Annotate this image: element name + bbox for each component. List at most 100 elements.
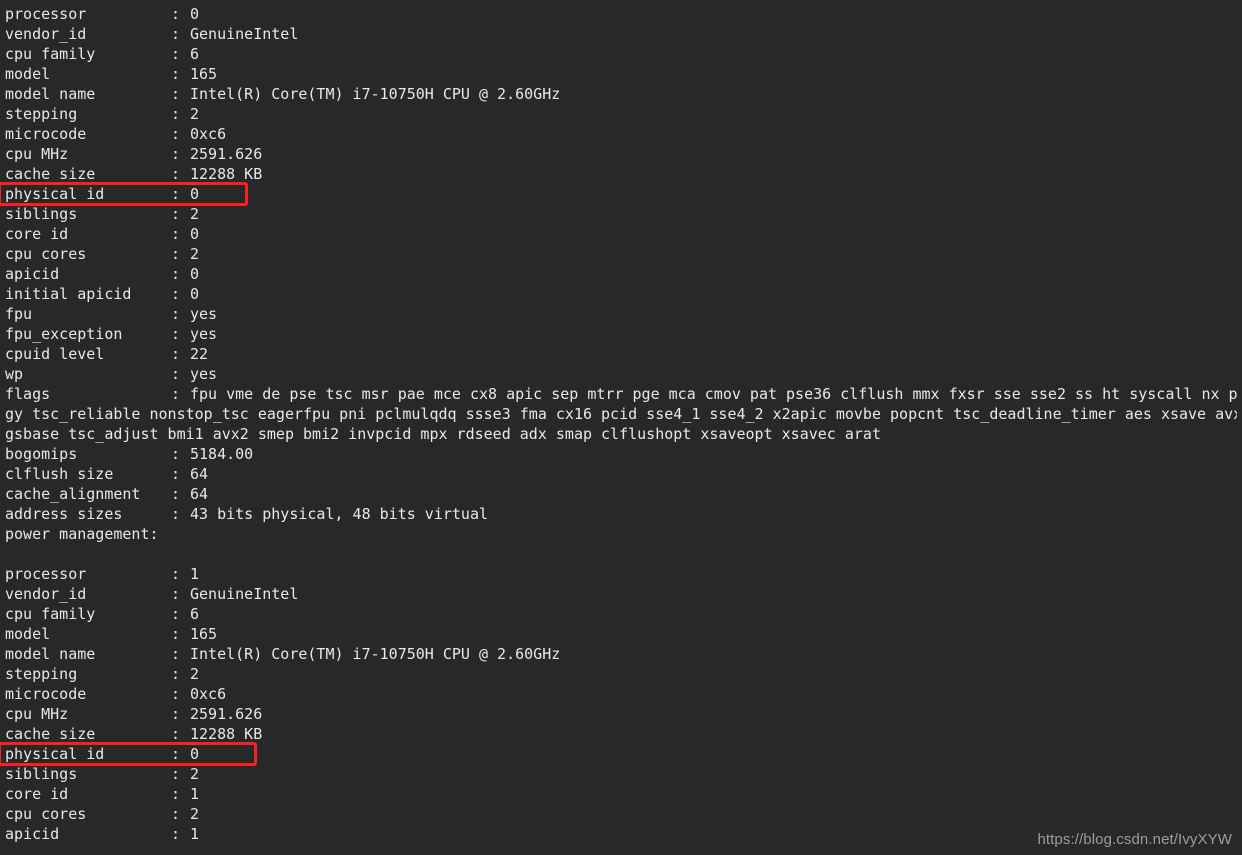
cpu-block-processor-0: processor:0 vendor_id: GenuineIntel cpu f… <box>0 4 1242 544</box>
cpuinfo-row: processor:0 <box>0 4 1242 24</box>
field-separator: : <box>171 385 181 403</box>
cpuinfo-row: model:165 <box>0 64 1242 84</box>
field-value: 2 <box>190 665 200 683</box>
field-value: 0xc6 <box>190 685 227 703</box>
field-value: yes <box>190 365 218 383</box>
field-value: 0 <box>190 225 200 243</box>
field-separator: : <box>171 725 181 743</box>
cpuinfo-row-flags: flags: fpu vme de pse tsc msr pae mce cx8… <box>0 384 1237 404</box>
field-value: GenuineIntel <box>190 585 299 603</box>
field-value: 5184.00 <box>190 445 254 463</box>
cpuinfo-row: model:165 <box>0 624 1242 644</box>
field-separator: : <box>171 625 181 643</box>
field-value: 6 <box>190 605 200 623</box>
field-separator: : <box>171 665 181 683</box>
flags-key: flags <box>5 385 51 403</box>
cpuinfo-row: cache_alignment:64 <box>0 484 1242 504</box>
field-key: cpuid level <box>5 345 105 363</box>
field-value: 165 <box>190 625 218 643</box>
field-key: clflush size <box>5 465 114 483</box>
field-separator: : <box>171 265 181 283</box>
field-key: wp <box>5 365 24 383</box>
cpuinfo-flags-continuation: gsbase tsc_adjust bmi1 avx2 smep bmi2 in… <box>0 424 1237 444</box>
cpuinfo-row: cache size:12288 KB <box>0 164 1242 184</box>
field-key: model <box>5 625 51 643</box>
field-separator: : <box>171 805 181 823</box>
field-separator: : <box>171 45 181 63</box>
cpuinfo-row: siblings:2 <box>0 764 1242 784</box>
field-value: 165 <box>190 65 218 83</box>
field-separator: : <box>171 505 181 523</box>
field-value: 2 <box>190 245 200 263</box>
field-value: 43 bits physical, 48 bits virtual <box>190 505 489 523</box>
field-value: 2 <box>190 105 200 123</box>
field-separator: : <box>171 485 181 503</box>
cpuinfo-row: address sizes:43 bits physical, 48 bits … <box>0 504 1242 524</box>
field-key: stepping <box>5 105 78 123</box>
field-separator: : <box>171 705 181 723</box>
cpuinfo-row: microcode:0xc6 <box>0 124 1242 144</box>
cpuinfo-row: core id:0 <box>0 224 1242 244</box>
cpuinfo-row: stepping:2 <box>0 664 1242 684</box>
field-key: cache size <box>5 725 96 743</box>
field-separator: : <box>171 445 181 463</box>
field-separator: : <box>171 465 181 483</box>
cpuinfo-row: cpu cores:2 <box>0 804 1242 824</box>
terminal-output[interactable]: processor:0 vendor_id: GenuineIntel cpu f… <box>0 0 1242 855</box>
field-key: processor <box>5 5 87 23</box>
field-key: cpu cores <box>5 805 87 823</box>
field-key: model name <box>5 645 96 663</box>
cpuinfo-row: cache size:12288 KB <box>0 724 1242 744</box>
field-separator: : <box>171 85 181 103</box>
cpuinfo-row: initial apicid:0 <box>0 284 1242 304</box>
field-separator: : <box>171 245 181 263</box>
field-key: vendor_id <box>5 25 87 43</box>
field-separator: : <box>171 325 181 343</box>
field-value: GenuineIntel <box>190 25 299 43</box>
field-value: Intel(R) Core(TM) i7-10750H CPU @ 2.60GH… <box>190 645 561 663</box>
cpuinfo-row: cpu family:6 <box>0 44 1242 64</box>
cpuinfo-row: bogomips:5184.00 <box>0 444 1242 464</box>
field-key: siblings <box>5 765 78 783</box>
field-key: siblings <box>5 205 78 223</box>
field-key: cpu MHz <box>5 145 69 163</box>
flags-value-line-2: gy tsc_reliable nonstop_tsc eagerfpu pni… <box>5 405 1237 423</box>
field-key: cpu family <box>5 605 96 623</box>
field-key: cache_alignment <box>5 485 141 503</box>
field-key: vendor_id <box>5 585 87 603</box>
cpuinfo-row: stepping:2 <box>0 104 1242 124</box>
field-value: 0xc6 <box>190 125 227 143</box>
field-key: initial apicid <box>5 285 132 303</box>
field-value: 0 <box>190 5 200 23</box>
field-key: stepping <box>5 665 78 683</box>
cpuinfo-row: cpuid level:22 <box>0 344 1242 364</box>
field-key: physical id <box>5 185 105 203</box>
field-value: 0 <box>190 265 200 283</box>
field-key: model name <box>5 85 96 103</box>
field-key: fpu <box>5 305 33 323</box>
field-separator: : <box>171 745 181 763</box>
field-key: cache size <box>5 165 96 183</box>
cpuinfo-row: apicid:0 <box>0 264 1242 284</box>
field-value: yes <box>190 305 218 323</box>
field-separator: : <box>171 605 181 623</box>
field-separator: : <box>171 585 181 603</box>
cpuinfo-row: model name: Intel(R) Core(TM) i7-10750H C… <box>0 644 1242 664</box>
cpuinfo-row: microcode:0xc6 <box>0 684 1242 704</box>
field-value: 64 <box>190 465 209 483</box>
cpuinfo-row: model name: Intel(R) Core(TM) i7-10750H C… <box>0 84 1242 104</box>
field-separator: : <box>171 205 181 223</box>
cpuinfo-row-physical-id: physical id:0 <box>0 184 1242 204</box>
cpuinfo-row: fpu_exception: yes <box>0 324 1242 344</box>
field-value: 0 <box>190 285 200 303</box>
cpuinfo-flags-continuation: gy tsc_reliable nonstop_tsc eagerfpu pni… <box>0 404 1237 424</box>
field-separator: : <box>171 825 181 843</box>
field-separator: : <box>171 685 181 703</box>
field-separator: : <box>171 65 181 83</box>
cpuinfo-row: cpu MHz:2591.626 <box>0 704 1242 724</box>
block-separator <box>0 544 1242 564</box>
field-value: 0 <box>190 745 200 763</box>
cpu-block-processor-1: processor:1 vendor_id: GenuineIntel cpu f… <box>0 564 1242 844</box>
cpuinfo-row: fpu: yes <box>0 304 1242 324</box>
field-key: microcode <box>5 125 87 143</box>
